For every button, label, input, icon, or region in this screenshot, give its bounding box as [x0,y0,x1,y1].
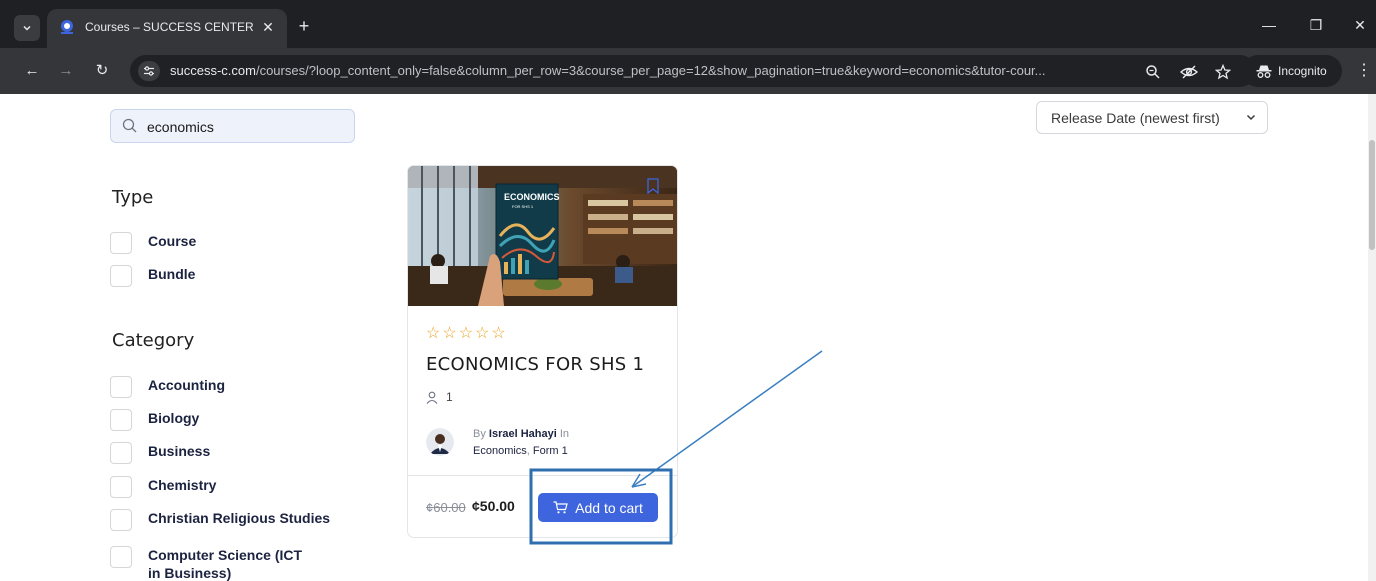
close-window-button[interactable]: ✕ [1346,13,1374,37]
type-filter-title: Type [112,187,154,208]
filter-label: Biology [148,410,200,426]
add-to-cart-button[interactable]: Add to cart [538,493,658,522]
cover-title: ECONOMICS [504,192,560,202]
browser-toolbar: ← → ↻ success-c.com/courses/?loop_conten… [0,48,1376,94]
enrolled-count-value: 1 [446,390,453,404]
page-scrollbar[interactable] [1368,94,1376,581]
sort-selected-value: Release Date (newest first) [1051,110,1220,126]
address-bar[interactable]: success-c.com/courses/?loop_content_only… [130,55,1256,87]
filter-item-chemistry[interactable]: Chemistry [110,476,216,498]
checkbox[interactable] [110,509,132,531]
add-to-cart-label: Add to cart [575,499,643,516]
filter-label: Course [148,233,197,249]
course-thumbnail[interactable]: ECONOMICS FOR SHS 1 [408,166,678,306]
author-name[interactable]: Israel Hahayi [489,428,557,440]
checkbox[interactable] [110,546,132,568]
reload-button[interactable]: ↻ [90,59,114,83]
browser-tab[interactable]: Courses – SUCCESS CENTER ✕ [47,9,287,48]
filter-item-accounting[interactable]: Accounting [110,376,225,398]
browser-menu-icon[interactable]: ⋮ [1356,59,1372,83]
page-content: Release Date (newest first) Type Course … [0,94,1376,581]
incognito-label: Incognito [1278,64,1327,78]
minimize-button[interactable]: — [1255,13,1283,37]
back-button[interactable]: ← [20,59,44,83]
filter-item-christian-religious-studies[interactable]: Christian Religious Studies [110,509,330,531]
filter-item-bundle[interactable]: Bundle [110,265,195,287]
filter-label: Accounting [148,377,225,393]
user-icon [426,391,438,404]
filter-item-computer-science[interactable]: Computer Science (ICT in Business) [110,546,318,581]
annotation-overlay [529,350,823,545]
filter-label: Computer Science (ICT in Business) [148,547,303,581]
chevron-down-icon [23,25,31,31]
course-search-box[interactable] [110,109,355,143]
bookmark-star-icon[interactable] [1212,61,1234,83]
author-info: By Israel Hahayi In Economics, Form 1 [473,426,673,460]
category-link[interactable]: Form 1 [533,445,568,457]
star-icon: ☆ [426,325,443,342]
url-text: success-c.com/courses/?loop_content_only… [170,63,1100,78]
bookmark-icon[interactable] [646,178,660,194]
restore-button[interactable]: ❐ [1302,13,1330,37]
category-filter-title: Category [112,330,195,351]
checkbox[interactable] [110,265,132,287]
scrollbar-thumb[interactable] [1369,140,1375,250]
filter-item-biology[interactable]: Biology [110,409,199,431]
zoom-icon[interactable] [1142,61,1164,83]
original-price: ¢60.00 [426,500,466,515]
site-info-icon[interactable] [138,61,160,81]
incognito-badge[interactable]: Incognito [1242,55,1342,87]
course-title[interactable]: ECONOMICS FOR SHS 1 [426,354,644,375]
checkbox[interactable] [110,232,132,254]
star-icon: ☆ [458,325,476,342]
checkbox[interactable] [110,476,132,498]
checkbox[interactable] [110,409,132,431]
forward-button[interactable]: → [54,59,78,83]
search-input[interactable] [147,116,347,138]
course-card[interactable]: ECONOMICS FOR SHS 1 ☆☆☆☆☆ ECONOMICS FOR … [407,165,678,538]
category-link[interactable]: Economics [473,445,527,457]
sort-select[interactable]: Release Date (newest first) [1036,101,1268,134]
url-path: /courses/?loop_content_only=false&column… [255,63,1046,78]
site-favicon-icon [61,20,73,34]
tab-search-button[interactable] [14,15,40,41]
filter-label: Bundle [148,266,196,282]
sale-price: ¢50.00 [472,498,515,514]
card-footer: ¢60.00 ¢50.00 Add to cart [408,475,677,537]
filter-label: Christian Religious Studies [148,510,331,526]
star-icon: ☆ [442,325,459,342]
cover-subtitle: FOR SHS 1 [512,204,534,209]
cart-icon [553,501,568,514]
star-icon: ☆ [491,325,508,342]
in-label: In [559,428,570,440]
star-icon: ☆ [475,325,492,342]
new-tab-button[interactable]: + [292,14,316,38]
filter-label: Business [148,443,211,459]
search-icon [122,118,137,133]
eye-off-icon[interactable] [1178,61,1200,83]
by-label: By [473,428,486,440]
filter-item-course[interactable]: Course [110,232,196,254]
enrolled-count: 1 [426,390,453,404]
checkbox[interactable] [110,442,132,464]
url-host: success-c.com [170,63,256,78]
tab-title: Courses – SUCCESS CENTER [85,20,254,34]
rating-stars: ☆☆☆☆☆ [426,323,508,343]
filter-item-business[interactable]: Business [110,442,210,464]
incognito-icon [1256,65,1272,78]
browser-tab-bar: Courses – SUCCESS CENTER ✕ + — ❐ ✕ [0,0,1376,48]
tune-icon [144,66,154,76]
chevron-down-icon [1246,114,1256,121]
filter-label: Chemistry [148,477,217,493]
tab-close-icon[interactable]: ✕ [258,17,278,37]
checkbox[interactable] [110,376,132,398]
avatar[interactable] [426,428,454,456]
